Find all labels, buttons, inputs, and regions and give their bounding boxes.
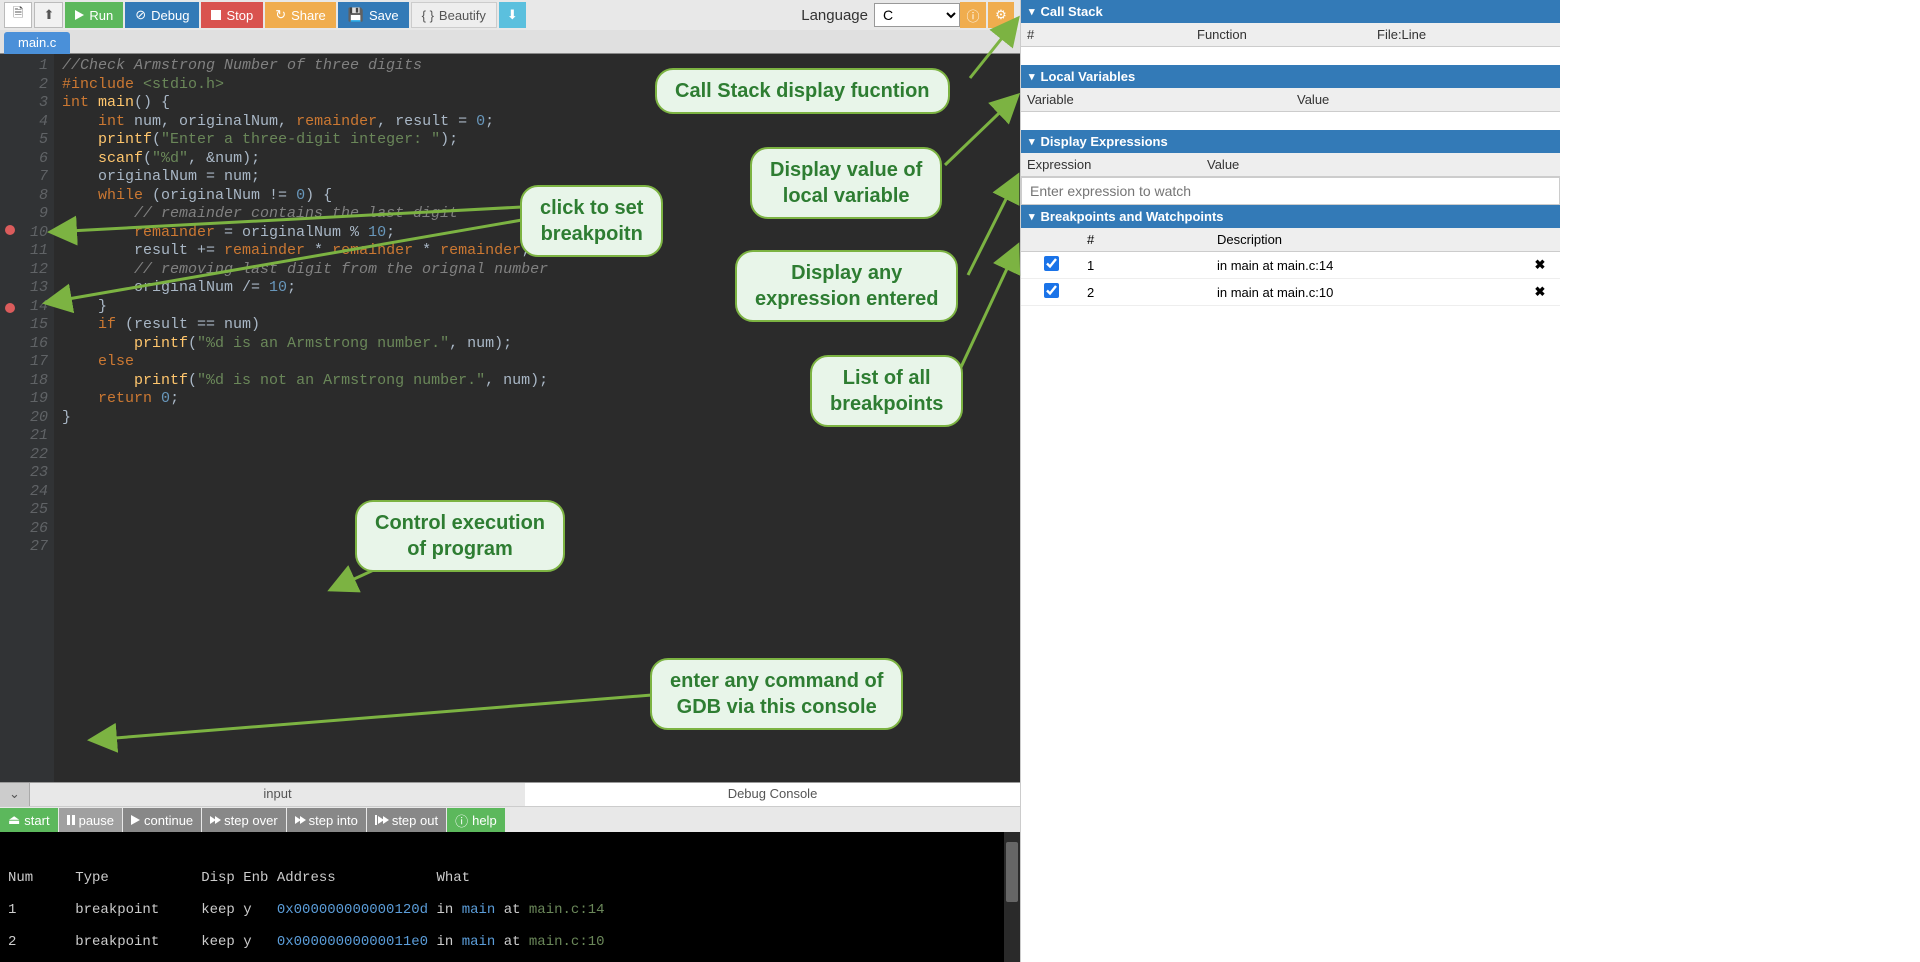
- breakpoint-toggle[interactable]: [1044, 256, 1059, 271]
- console-tabs: ⌄ input Debug Console: [0, 782, 1020, 806]
- play-icon: [131, 815, 140, 825]
- chevron-down-icon: ▾: [1029, 135, 1035, 148]
- expression-input[interactable]: [1021, 177, 1560, 205]
- breakpoint-gutter[interactable]: [0, 54, 20, 782]
- expressions-table-header: Expression Value: [1021, 153, 1560, 177]
- dbg-pause-button[interactable]: pause: [59, 808, 122, 832]
- breakpoint-delete-button[interactable]: ✖: [1520, 253, 1560, 277]
- bug-icon: ⊘: [135, 7, 146, 23]
- download-button[interactable]: ⬇: [499, 2, 526, 28]
- console-line: 2 breakpoint keep y 0x00000000000011e0 i…: [8, 934, 1012, 950]
- local-vars-table-header: Variable Value: [1021, 88, 1560, 112]
- file-tabs: main.c: [0, 30, 1020, 54]
- breakpoint-row: 1 in main at main.c:14 ✖: [1021, 252, 1560, 279]
- share-button[interactable]: ↻Share: [265, 2, 336, 28]
- dbg-step-over-button[interactable]: step over: [202, 808, 285, 832]
- panel-local-vars-header[interactable]: ▾Local Variables: [1021, 65, 1560, 88]
- dbg-step-into-button[interactable]: step into: [287, 808, 366, 832]
- settings-button[interactable]: ⚙: [988, 2, 1014, 28]
- stop-button[interactable]: Stop: [201, 2, 263, 28]
- tab-debug-console[interactable]: Debug Console: [525, 783, 1020, 806]
- debug-console[interactable]: Num Type Disp Enb Address What 1 breakpo…: [0, 832, 1020, 962]
- beautify-button[interactable]: { }Beautify: [411, 2, 497, 28]
- info-button[interactable]: ⓘ: [960, 2, 986, 28]
- chevron-down-icon: ▾: [1029, 70, 1035, 83]
- step-over-icon: [210, 816, 220, 824]
- eject-icon: ⏏: [8, 812, 20, 828]
- console-header: Num Type Disp Enb Address What: [8, 870, 1012, 886]
- info-icon: ⓘ: [455, 811, 468, 830]
- panel-expressions-header[interactable]: ▾Display Expressions: [1021, 130, 1560, 153]
- new-file-button[interactable]: 🗎: [4, 2, 32, 28]
- debug-controls: ⏏start pause continue step over step int…: [0, 806, 1020, 832]
- breakpoint-delete-button[interactable]: ✖: [1520, 280, 1560, 304]
- code-area[interactable]: //Check Armstrong Number of three digits…: [54, 54, 548, 782]
- chevron-down-icon: ▾: [1029, 5, 1035, 18]
- breakpoint-row: 2 in main at main.c:10 ✖: [1021, 279, 1560, 306]
- pause-icon: [67, 815, 75, 825]
- step-into-icon: [295, 816, 305, 824]
- language-label: Language: [801, 7, 868, 24]
- stop-icon: [211, 10, 221, 20]
- run-button[interactable]: Run: [65, 2, 123, 28]
- save-button[interactable]: 💾Save: [338, 2, 409, 28]
- dbg-start-button[interactable]: ⏏start: [0, 808, 58, 832]
- call-stack-table-header: # Function File:Line: [1021, 23, 1560, 47]
- expand-console-button[interactable]: ⌄: [0, 783, 30, 806]
- save-icon: 💾: [348, 7, 364, 23]
- chevron-down-icon: ▾: [1029, 210, 1035, 223]
- play-icon: [75, 10, 84, 20]
- console-scrollbar[interactable]: [1004, 832, 1020, 962]
- console-line: 1 breakpoint keep y 0x000000000000120d i…: [8, 902, 1012, 918]
- breakpoints-table-header: # Description: [1021, 228, 1560, 252]
- code-editor[interactable]: 1234567891011121314151617181920212223242…: [0, 54, 1020, 782]
- tab-input[interactable]: input: [30, 783, 525, 806]
- breakpoint-toggle[interactable]: [1044, 283, 1059, 298]
- panel-breakpoints-header[interactable]: ▾Breakpoints and Watchpoints: [1021, 205, 1560, 228]
- step-out-icon: [375, 815, 388, 825]
- tab-main-c[interactable]: main.c: [4, 32, 70, 54]
- language-select[interactable]: C: [874, 3, 960, 27]
- dbg-help-button[interactable]: ⓘhelp: [447, 808, 505, 832]
- dbg-step-out-button[interactable]: step out: [367, 808, 446, 832]
- debug-button[interactable]: ⊘Debug: [125, 2, 199, 28]
- dbg-continue-button[interactable]: continue: [123, 808, 201, 832]
- panel-call-stack-header[interactable]: ▾Call Stack: [1021, 0, 1560, 23]
- toolbar: 🗎 ⬆ Run ⊘Debug Stop ↻Share 💾Save { }Beau…: [0, 0, 1020, 30]
- braces-icon: { }: [422, 8, 434, 23]
- upload-button[interactable]: ⬆: [34, 2, 63, 28]
- line-number-gutter: 1234567891011121314151617181920212223242…: [20, 54, 54, 782]
- share-icon: ↻: [275, 7, 286, 23]
